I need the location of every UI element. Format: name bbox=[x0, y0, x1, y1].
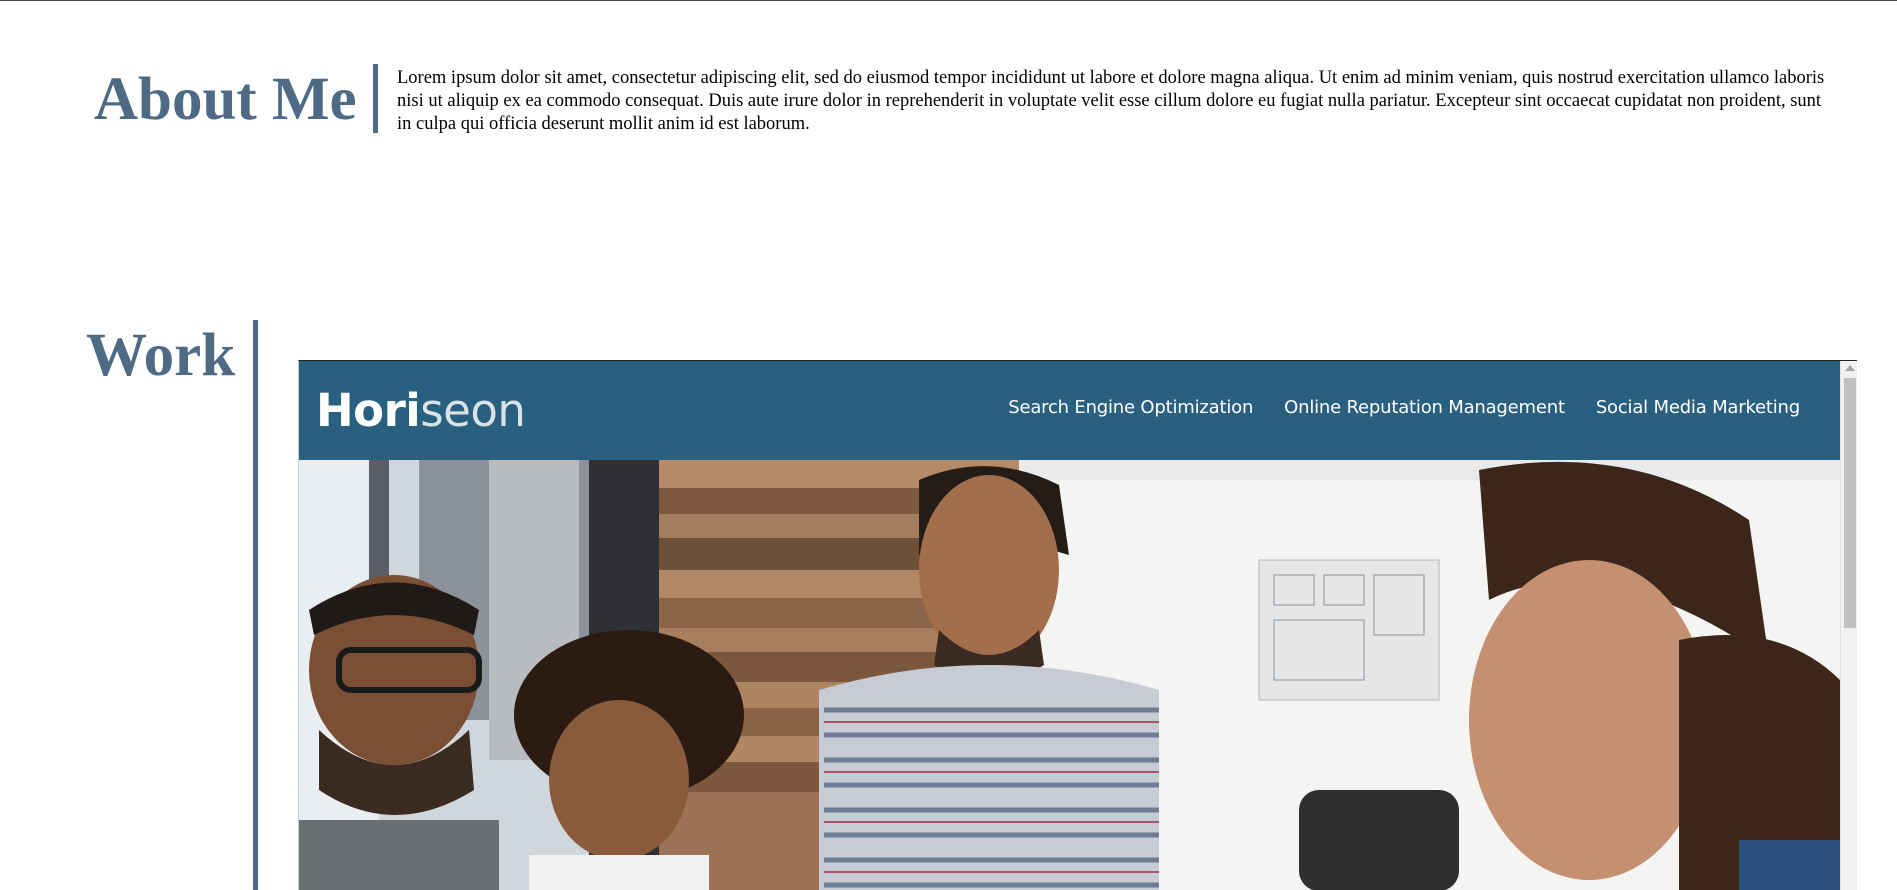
logo-accent: seon bbox=[420, 384, 526, 437]
scroll-up-arrow-icon[interactable] bbox=[1845, 365, 1855, 371]
nav-link-social[interactable]: Social Media Marketing bbox=[1596, 397, 1800, 418]
about-heading: About Me bbox=[94, 66, 357, 133]
work-heading: Work bbox=[86, 322, 236, 389]
site-header: Horiseon Search Engine Optimization Onli… bbox=[299, 361, 1840, 460]
work-divider bbox=[253, 320, 258, 890]
logo-primary: Hori bbox=[316, 384, 421, 437]
nav-link-reputation[interactable]: Online Reputation Management bbox=[1284, 397, 1565, 418]
nav-link-seo[interactable]: Search Engine Optimization bbox=[1008, 397, 1253, 418]
site-nav: Search Engine Optimization Online Reputa… bbox=[1008, 397, 1800, 418]
hero-image bbox=[299, 460, 1840, 890]
top-rule bbox=[0, 0, 1897, 1]
about-divider bbox=[373, 64, 378, 133]
scroll-thumb[interactable] bbox=[1844, 378, 1856, 628]
frame-viewport: Horiseon Search Engine Optimization Onli… bbox=[299, 361, 1840, 890]
frame-scrollbar[interactable] bbox=[1840, 361, 1857, 890]
hero-illustration bbox=[299, 460, 1840, 890]
site-logo[interactable]: Horiseon bbox=[316, 383, 526, 439]
about-text: Lorem ipsum dolor sit amet, consectetur … bbox=[397, 68, 1825, 134]
work-preview-frame[interactable]: Horiseon Search Engine Optimization Onli… bbox=[298, 360, 1857, 890]
